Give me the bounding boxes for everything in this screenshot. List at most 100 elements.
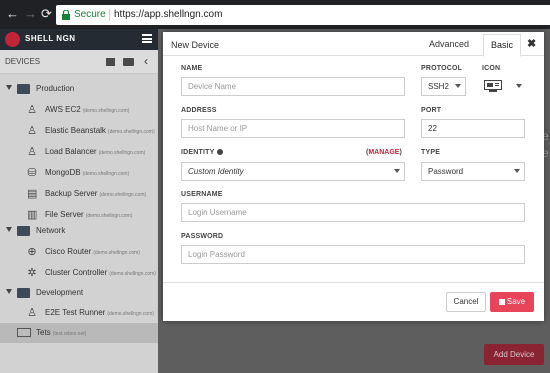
auth-type-value: Password xyxy=(428,167,464,176)
url-text[interactable]: https://app.shellngn.com xyxy=(114,9,222,20)
tree-device[interactable]: ✲ Cluster Controller (demo.shellngn.com) xyxy=(0,263,158,283)
tree-device[interactable]: ♙ Elastic Beanstalk (demo.shellngn.com) xyxy=(0,121,158,141)
new-device-dialog: New Device Advanced Basic ✖ NAME Device … xyxy=(163,32,544,321)
port-input[interactable]: 22 xyxy=(421,119,525,138)
port-label: PORT xyxy=(421,107,442,114)
device-host: (demo.shellngn.com) xyxy=(93,250,140,256)
forward-icon[interactable]: → xyxy=(24,7,37,21)
device-label: File Server (demo.shellngn.com) xyxy=(45,210,132,219)
device-label: Backup Server (demo.shellngn.com) xyxy=(45,189,146,198)
save-button[interactable]: Save xyxy=(490,292,534,312)
linux-icon: ♙ xyxy=(27,146,37,158)
address-label: ADDRESS xyxy=(181,107,217,114)
caret-down-icon[interactable] xyxy=(6,289,12,294)
folder-label: Production xyxy=(36,84,75,93)
logo-icon xyxy=(5,32,20,47)
hamburger-menu-icon[interactable] xyxy=(142,34,152,43)
chevron-down-icon xyxy=(394,169,400,173)
tree-device[interactable]: ⛁ MongoDB (demo.shellngn.com) xyxy=(0,163,158,183)
icon-label: ICON xyxy=(482,65,501,72)
save-button-label: Save xyxy=(506,297,526,306)
folder-icon xyxy=(17,84,30,94)
device-label: Cluster Controller (demo.shellngn.com) xyxy=(45,268,156,277)
devices-toolbar: DEVICES ‹ xyxy=(0,50,158,74)
server-icon: ▥ xyxy=(27,209,38,221)
manage-link[interactable]: (MANAGE) xyxy=(366,149,402,156)
username-input[interactable]: Login Username xyxy=(181,203,525,222)
device-name-input[interactable]: Device Name xyxy=(181,77,405,96)
folder-label: Network xyxy=(36,226,66,235)
tree-folder[interactable]: Development xyxy=(0,283,158,303)
server-icon: ▤ xyxy=(27,188,38,200)
device-label: Elastic Beanstalk (demo.shellngn.com) xyxy=(45,126,155,135)
password-input[interactable]: Login Password xyxy=(181,245,525,264)
icon-select[interactable] xyxy=(482,76,526,96)
tab-basic[interactable]: Basic xyxy=(483,34,521,57)
tree-device[interactable]: ♙ AWS EC2 (demo.shellngn.com) xyxy=(0,100,158,120)
help-icon[interactable] xyxy=(216,149,223,156)
device-host: (demo.shellngn.com) xyxy=(107,129,155,135)
identity-select[interactable]: Custom Identity xyxy=(181,162,405,181)
device-host: (demo.shellngn.com) xyxy=(99,192,147,198)
protocol-select[interactable]: SSH2 xyxy=(421,77,466,96)
caret-down-icon[interactable] xyxy=(6,85,12,90)
manage-link-text[interactable]: MANAGE xyxy=(368,149,399,156)
folder-label: Development xyxy=(36,288,84,297)
device-label: MongoDB (demo.shellngn.com) xyxy=(45,168,129,177)
device-label: AWS EC2 (demo.shellngn.com) xyxy=(45,105,129,114)
lock-icon xyxy=(62,10,70,20)
url-divider xyxy=(109,9,110,21)
new-folder-icon[interactable] xyxy=(123,58,134,66)
device-host: (test.rebex.net) xyxy=(52,331,87,337)
tree-device[interactable]: ▤ Backup Server (demo.shellngn.com) xyxy=(0,184,158,204)
back-icon[interactable]: ← xyxy=(6,7,19,21)
manage-paren-close: ) xyxy=(399,149,402,156)
tab-advanced[interactable]: Advanced xyxy=(429,39,469,49)
monitor-icon xyxy=(484,80,502,92)
caret-down-icon[interactable] xyxy=(6,227,12,232)
collapse-sidebar-icon[interactable]: ‹ xyxy=(144,54,148,68)
device-host: (demo.shellngn.com) xyxy=(109,271,156,277)
chevron-down-icon xyxy=(455,84,461,88)
device-label: Cisco Router (demo.shellngn.com) xyxy=(45,247,140,256)
device-host: (demo.shellngn.com) xyxy=(98,150,146,156)
identity-value: Custom Identity xyxy=(188,167,244,176)
tree-folder[interactable]: Production xyxy=(0,79,158,99)
dialog-footer: Cancel Save xyxy=(163,282,544,321)
linux-icon: ♙ xyxy=(27,125,37,137)
sidebar: SHELL NGN DEVICES ‹ Production ♙ AWS EC2… xyxy=(0,29,158,373)
tree-device[interactable]: ♙ Load Balancer (demo.shellngn.com) xyxy=(0,142,158,162)
password-label: PASSWORD xyxy=(181,233,224,240)
tree-folder[interactable]: Network xyxy=(0,221,158,241)
device-name: Cluster Controller xyxy=(45,268,108,277)
dialog-title: New Device xyxy=(171,40,220,50)
address-input[interactable]: Host Name or IP xyxy=(181,119,405,138)
reload-icon[interactable]: ⟳ xyxy=(41,6,52,21)
tree-device-selected[interactable]: Tets (test.rebex.net) xyxy=(0,323,158,343)
address-bar[interactable]: Secure https://app.shellngn.com xyxy=(56,5,550,25)
tree-device[interactable]: ♙ E2E Test Runner (demo.shellngn.com) xyxy=(0,303,158,323)
identity-label: IDENTITY xyxy=(181,149,223,156)
device-name: AWS EC2 xyxy=(45,105,81,114)
type-label: TYPE xyxy=(421,149,441,156)
folder-icon xyxy=(17,288,30,298)
linux-icon: ♙ xyxy=(27,104,37,116)
add-device-button[interactable]: Add Device xyxy=(484,344,544,365)
device-host: (demo.shellngn.com) xyxy=(85,213,133,219)
tree-device[interactable]: ⊕ Cisco Router (demo.shellngn.com) xyxy=(0,242,158,262)
secure-label: Secure xyxy=(74,9,106,20)
device-name: Load Balancer xyxy=(45,147,97,156)
logo-text: SHELL NGN xyxy=(25,34,76,43)
close-icon[interactable]: ✖ xyxy=(527,37,536,50)
username-label: USERNAME xyxy=(181,191,223,198)
cancel-button[interactable]: Cancel xyxy=(446,292,486,312)
device-label: E2E Test Runner (demo.shellngn.com) xyxy=(45,308,154,317)
new-device-icon[interactable] xyxy=(106,58,115,66)
browser-toolbar: ← → ⟳ Secure https://app.shellngn.com xyxy=(0,0,550,29)
router-icon: ⊕ xyxy=(27,246,37,258)
auth-type-select[interactable]: Password xyxy=(421,162,525,181)
database-icon: ⛁ xyxy=(27,167,37,179)
cluster-icon: ✲ xyxy=(27,267,37,279)
identity-label-text: IDENTITY xyxy=(181,149,215,156)
device-name: Backup Server xyxy=(45,189,98,198)
